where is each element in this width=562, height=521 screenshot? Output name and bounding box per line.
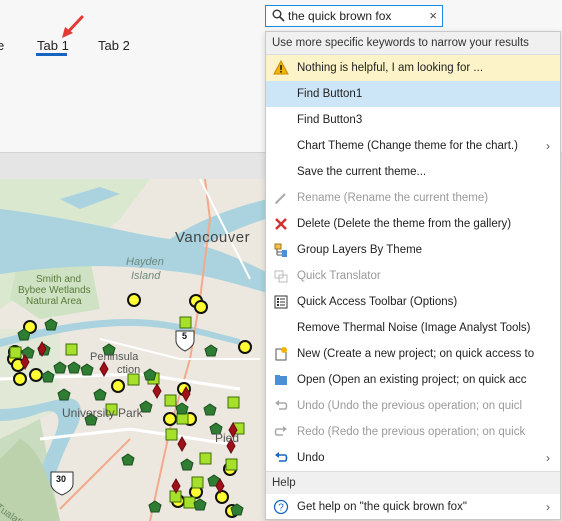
result-label: New (Create a new project; on quick acce… (297, 348, 535, 360)
annotation-arrow-icon (62, 15, 84, 38)
translator-icon (274, 270, 288, 283)
result-label: Remove Thermal Noise (Image Analyst Tool… (297, 322, 531, 334)
map-label-hayden: Hayden (126, 256, 164, 268)
pencil-icon (275, 193, 286, 204)
map-label-smith-3: Natural Area (26, 296, 82, 307)
highway-5-label: 5 (182, 331, 188, 341)
undo-icon (275, 400, 288, 410)
tab-partial[interactable]: e (0, 38, 4, 53)
group-layers-icon (274, 243, 287, 257)
result-label: Delete (Delete the theme from the galler… (297, 218, 512, 230)
result-get-help[interactable]: ? Get help on "the quick brown fox" › (266, 494, 560, 520)
result-quick-translator[interactable]: Quick Translator (266, 263, 560, 289)
map-label-smith-1: Smith and (36, 274, 82, 285)
result-open-project[interactable]: Open (Open an existing project; on quick… (266, 367, 560, 393)
chevron-right-icon: › (546, 451, 550, 465)
result-label: Rename (Rename the current theme) (297, 192, 489, 204)
result-label: Undo (297, 452, 325, 464)
undo-icon (275, 452, 288, 462)
result-group-layers[interactable]: Group Layers By Theme (266, 237, 560, 263)
result-label: Chart Theme (Change theme for the chart.… (297, 140, 518, 152)
map-label-island: Island (131, 270, 161, 282)
map-label-piedmont: Pied (215, 431, 240, 445)
chevron-right-icon: › (546, 500, 550, 514)
search-box[interactable]: × (265, 5, 443, 27)
result-label: Redo (Redo the previous operation; on qu… (297, 426, 526, 438)
result-remove-thermal-noise[interactable]: Remove Thermal Noise (Image Analyst Tool… (266, 315, 560, 341)
search-results-dropdown: Use more specific keywords to narrow you… (265, 31, 561, 520)
map-label-peninsula: Peninsula (90, 351, 139, 363)
result-redo-previous[interactable]: Redo (Redo the previous operation; on qu… (266, 419, 560, 445)
result-new-project[interactable]: New (Create a new project; on quick acce… (266, 341, 560, 367)
map-label-vancouver: Vancouver (175, 229, 251, 246)
result-nothing-helpful[interactable]: Nothing is helpful, I am looking for ... (266, 55, 560, 81)
result-undo-previous[interactable]: Undo (Undo the previous operation; on qu… (266, 393, 560, 419)
result-label: Undo (Undo the previous operation; on qu… (297, 400, 523, 412)
tab-1[interactable]: Tab 1 (37, 38, 69, 53)
map-label-smith-2: Bybee Wetlands (18, 285, 91, 296)
open-folder-icon (275, 375, 287, 385)
result-save-theme[interactable]: Save the current theme... (266, 159, 560, 185)
search-icon (272, 9, 285, 22)
map-label-university-park: University Park (62, 406, 143, 420)
delete-x-icon (275, 218, 287, 230)
warning-icon (273, 60, 289, 75)
result-label: Open (Open an existing project; on quick… (297, 374, 527, 386)
result-label: Find Button3 (297, 114, 363, 126)
redo-icon (274, 426, 287, 436)
new-project-icon (275, 347, 287, 361)
result-label: Quick Access Toolbar (Options) (297, 296, 458, 308)
result-label: Quick Translator (297, 270, 381, 282)
result-rename-theme[interactable]: Rename (Rename the current theme) (266, 185, 560, 211)
result-find-button1[interactable]: Find Button1 (266, 81, 560, 107)
result-find-button3[interactable]: Find Button3 (266, 107, 560, 133)
result-label: Get help on "the quick brown fox" (297, 501, 467, 513)
result-label: Find Button1 (297, 88, 363, 100)
svg-text:?: ? (278, 503, 284, 514)
search-input[interactable] (288, 8, 428, 24)
toolbar-options-icon (274, 295, 288, 309)
result-chart-theme[interactable]: Chart Theme (Change theme for the chart.… (266, 133, 560, 159)
clear-search-icon[interactable]: × (429, 8, 437, 23)
map-label-ction: ction (117, 364, 141, 376)
result-label: Save the current theme... (297, 166, 427, 178)
result-label: Nothing is helpful, I am looking for ... (297, 62, 484, 74)
results-hint: Use more specific keywords to narrow you… (266, 32, 560, 55)
result-undo[interactable]: Undo › (266, 445, 560, 471)
help-section-header: Help (266, 471, 560, 494)
result-delete-theme[interactable]: Delete (Delete the theme from the galler… (266, 211, 560, 237)
help-icon: ? (273, 499, 289, 515)
chevron-right-icon: › (546, 139, 550, 153)
active-tab-underline (36, 53, 67, 56)
highway-30-label: 30 (56, 474, 67, 484)
tab-2[interactable]: Tab 2 (98, 38, 130, 53)
result-quick-access-toolbar[interactable]: Quick Access Toolbar (Options) (266, 289, 560, 315)
result-label: Group Layers By Theme (297, 244, 423, 256)
